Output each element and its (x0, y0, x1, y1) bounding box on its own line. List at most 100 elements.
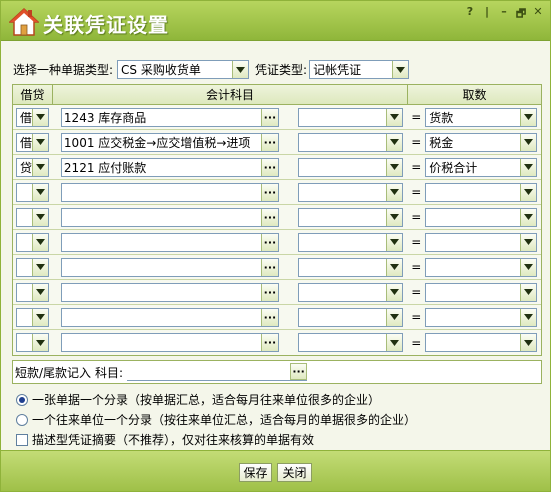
dc-select[interactable] (16, 282, 49, 302)
browse-button[interactable]: ··· (260, 308, 278, 326)
chevron-down-icon[interactable] (520, 208, 537, 226)
aux-select[interactable] (298, 232, 404, 252)
dc-select[interactable] (16, 257, 49, 277)
chevron-down-icon[interactable] (386, 183, 403, 201)
option-per-partner[interactable]: 一个往来单位一个分录（按往来单位汇总，适合每月的单据很多的企业） (16, 411, 416, 428)
chevron-down-icon[interactable] (392, 61, 409, 78)
dc-select[interactable] (16, 182, 49, 202)
value-select[interactable] (425, 307, 538, 327)
chevron-down-icon[interactable] (32, 108, 48, 126)
chevron-down-icon[interactable] (32, 258, 48, 276)
chevron-down-icon[interactable] (232, 61, 249, 78)
aux-select[interactable] (298, 333, 404, 352)
chevron-down-icon[interactable] (386, 133, 403, 151)
browse-button[interactable]: ··· (260, 208, 278, 226)
dc-select[interactable] (16, 333, 49, 352)
chevron-down-icon[interactable] (386, 208, 403, 226)
chevron-down-icon[interactable] (520, 283, 537, 301)
descriptive-summary-checkbox[interactable] (16, 433, 28, 446)
aux-select[interactable] (298, 132, 404, 152)
close-icon[interactable]: ✕ (532, 5, 544, 24)
browse-button[interactable]: ··· (260, 258, 278, 276)
chevron-down-icon[interactable] (386, 158, 403, 176)
chevron-down-icon[interactable] (32, 308, 48, 326)
chevron-down-icon[interactable] (386, 258, 403, 276)
aux-select[interactable] (298, 282, 404, 302)
aux-select[interactable] (298, 257, 404, 277)
browse-button[interactable]: ··· (260, 233, 278, 251)
account-field[interactable]: ··· (60, 207, 279, 227)
short-account-field[interactable]: ··· (127, 363, 308, 381)
aux-select[interactable] (298, 307, 404, 327)
account-field[interactable]: ··· (60, 257, 279, 277)
aux-select[interactable] (298, 157, 404, 177)
chevron-down-icon[interactable] (386, 334, 403, 351)
aux-select[interactable] (298, 107, 404, 127)
chevron-down-icon[interactable] (32, 183, 48, 201)
browse-button[interactable]: ··· (260, 158, 278, 176)
account-value: 1243 库存商品 (63, 110, 147, 125)
chevron-down-icon[interactable] (520, 108, 537, 126)
chevron-down-icon[interactable] (520, 233, 537, 251)
chevron-down-icon[interactable] (520, 158, 537, 176)
account-field[interactable]: ··· (60, 333, 279, 352)
save-button[interactable]: 保存 (239, 463, 272, 482)
chevron-down-icon[interactable] (520, 258, 537, 276)
browse-button[interactable]: ··· (290, 363, 308, 380)
option-descriptive-summary[interactable]: 描述型凭证摘要（不推荐），仅对往来核算的单据有效 (16, 431, 314, 448)
browse-button[interactable]: ··· (260, 334, 278, 351)
account-field[interactable]: 1001 应交税金→应交增值税→进项 ··· (60, 132, 279, 152)
close-button[interactable]: 关闭 (277, 463, 312, 482)
value-select[interactable]: 价税合计 (425, 157, 538, 177)
chevron-down-icon[interactable] (32, 133, 48, 151)
value-select[interactable] (425, 282, 538, 302)
chevron-down-icon[interactable] (386, 308, 403, 326)
dc-select[interactable]: 贷 (16, 157, 49, 177)
account-field[interactable]: ··· (60, 282, 279, 302)
chevron-down-icon[interactable] (520, 308, 537, 326)
dc-select[interactable]: 借 (16, 107, 49, 127)
chevron-down-icon[interactable] (520, 183, 537, 201)
account-field[interactable]: 1243 库存商品 ··· (60, 107, 279, 127)
account-field[interactable]: ··· (60, 232, 279, 252)
chevron-down-icon[interactable] (32, 283, 48, 301)
account-field[interactable]: ··· (60, 307, 279, 327)
table-row: 借 1243 库存商品 ··· = 货款 (13, 105, 541, 130)
chevron-down-icon[interactable] (32, 158, 48, 176)
value-select[interactable] (425, 207, 538, 227)
chevron-down-icon[interactable] (32, 208, 48, 226)
chevron-down-icon[interactable] (520, 133, 537, 151)
aux-select[interactable] (298, 207, 404, 227)
chevron-down-icon[interactable] (32, 334, 48, 351)
chevron-down-icon[interactable] (386, 108, 403, 126)
value-select[interactable]: 货款 (425, 107, 538, 127)
value-select[interactable]: 税金 (425, 132, 538, 152)
value-select[interactable] (425, 182, 538, 202)
browse-button[interactable]: ··· (260, 183, 278, 201)
dc-select[interactable]: 借 (16, 132, 49, 152)
radio-per-partner[interactable] (16, 413, 28, 426)
browse-button[interactable]: ··· (260, 283, 278, 301)
chevron-down-icon[interactable] (386, 283, 403, 301)
account-field[interactable]: 2121 应付账款 ··· (60, 157, 279, 177)
restore-icon[interactable]: 🗗 (515, 5, 527, 24)
dc-select[interactable] (16, 307, 49, 327)
option-per-document[interactable]: 一张单据一个分录（按单据汇总，适合每月往来单位很多的企业） (16, 391, 380, 408)
doc-type-select[interactable]: CS 采购收货单 (117, 60, 250, 79)
value-select[interactable] (425, 232, 538, 252)
help-icon[interactable]: ? (464, 5, 476, 24)
minimize-icon[interactable]: – (498, 5, 510, 24)
browse-button[interactable]: ··· (260, 133, 278, 151)
dc-select[interactable] (16, 207, 49, 227)
browse-button[interactable]: ··· (260, 108, 278, 126)
chevron-down-icon[interactable] (520, 334, 537, 351)
aux-select[interactable] (298, 182, 404, 202)
dc-select[interactable] (16, 232, 49, 252)
voucher-type-select[interactable]: 记帐凭证 (309, 60, 410, 79)
chevron-down-icon[interactable] (32, 233, 48, 251)
radio-per-document[interactable] (16, 393, 28, 406)
value-select[interactable] (425, 257, 538, 277)
chevron-down-icon[interactable] (386, 233, 403, 251)
account-field[interactable]: ··· (60, 182, 279, 202)
value-select[interactable] (425, 333, 538, 352)
